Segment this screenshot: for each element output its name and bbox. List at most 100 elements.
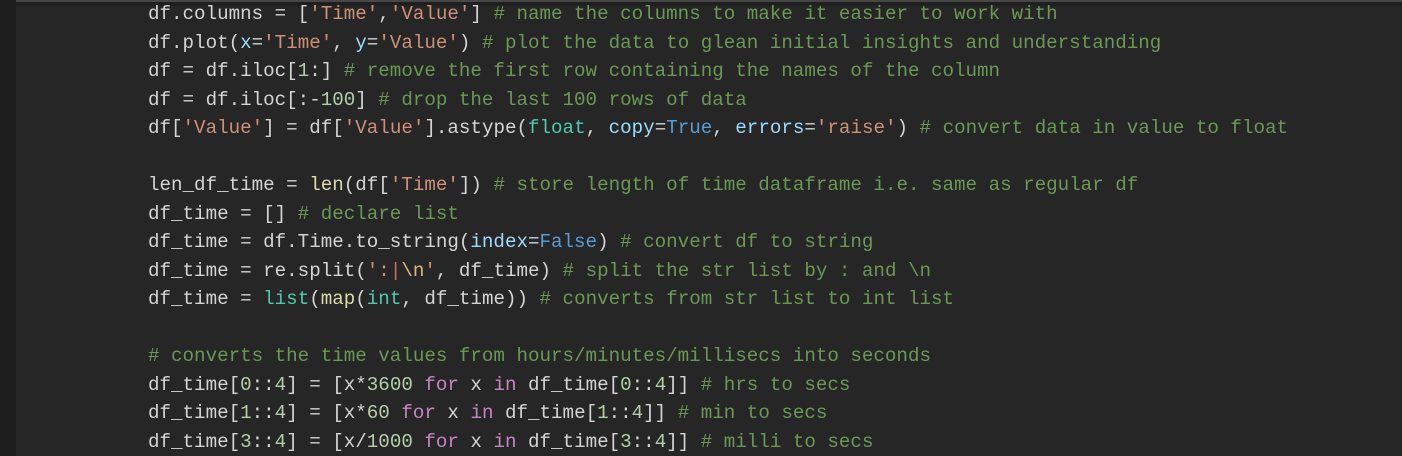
code-token: copy [608,117,655,139]
code-token: 'Time' [389,174,459,196]
code-token: float [528,117,586,139]
code-token: 4 [274,402,287,424]
code-token: ] [470,3,494,25]
code-token: len_df_time = [148,174,310,196]
code-line[interactable]: df_time = list(map(int, df_time)) # conv… [148,285,1288,314]
code-token: True [666,117,713,139]
code-token: y [355,31,367,54]
code-token: ) [597,231,621,253]
code-token: df.columns = [ [148,3,310,25]
code-token: 1 [297,60,310,82]
code-token: , [332,31,356,54]
code-token: 'Value' [343,117,425,139]
code-token: # converts from str list to int list [539,288,955,310]
code-token: :: [251,430,275,453]
code-token: # drop the last 100 rows of data [378,88,747,111]
code-token: 1 [240,402,252,424]
code-token: df.plot( [148,31,241,54]
code-token: = [366,31,379,54]
code-line[interactable]: df_time[1::4] = [x*60 for x in df_time[1… [148,399,1288,428]
code-token: # hrs to secs [700,373,851,396]
code-line[interactable] [148,143,1288,172]
code-line[interactable]: df['Value'] = df['Value'].astype(float, … [148,114,1288,143]
code-token: ]) [458,174,494,196]
code-token: # remove the first row containing the na… [343,60,1001,82]
code-line[interactable]: df = df.iloc[:-100] # drop the last 100 … [148,86,1288,115]
code-token: 'raise' [815,117,897,139]
code-line[interactable]: df_time[3::4] = [x/1000 for x in df_time… [148,428,1288,456]
code-token: 'Time' [263,31,333,54]
code-line[interactable]: df_time[0::4] = [x*3600 for x in df_time… [148,371,1288,400]
code-token: 3 [240,430,252,453]
code-token: in [493,430,517,453]
code-token: list [263,288,310,310]
code-token: ( [309,288,321,310]
code-token: 4 [274,373,287,396]
code-token: df_time = [148,288,264,310]
code-token: ) [458,31,482,54]
code-token: map [320,288,356,310]
code-token: False [539,231,598,253]
code-token: = [251,31,264,54]
code-token: :: [631,373,655,396]
code-line[interactable]: df.columns = ['Time','Value'] # name the… [148,0,1288,29]
code-token: , df_time) [435,259,563,282]
code-token: x [458,373,494,396]
code-token: ].astype( [424,117,529,139]
code-line[interactable]: df.plot(x='Time', y='Value') # plot the … [148,29,1288,58]
code-token: ] [355,88,379,111]
code-token: # min to secs [677,402,828,424]
code-token: df_time[ [516,430,621,453]
code-token: 4 [654,430,667,453]
code-token: # plot the data to glean initial insight… [481,31,1162,54]
code-token: x [240,31,252,54]
code-token: :] [309,60,344,82]
code-editor[interactable]: df.columns = ['Time','Value'] # name the… [148,0,1288,456]
code-token: # milli to secs [700,430,874,453]
code-line[interactable]: df = df.iloc[1:] # remove the first row … [148,57,1288,86]
code-token: df_time = df.Time.to_string( [148,231,471,253]
code-token: df_time = re.split( [148,259,367,282]
code-token: # convert data in value to float [919,117,1289,139]
code-token: df_time[ [516,373,621,396]
code-token: 'Time' [309,3,379,25]
code-line[interactable] [148,314,1288,343]
code-token: 1 [597,402,609,424]
code-token: ] = [x* [286,402,367,424]
code-token: index [470,231,528,253]
code-line[interactable]: len_df_time = len(df['Time']) # store le… [148,171,1288,200]
code-token: ] = [x/ [286,430,367,453]
editor-gutter [0,0,16,456]
code-token: 3600 [366,373,413,396]
code-token: in [470,402,494,424]
code-token: 4 [654,373,667,396]
code-token: = [804,117,816,139]
code-token: in [493,373,517,396]
code-token: ] = [x* [286,373,367,396]
code-token: :: [608,402,632,424]
code-token: for [424,373,459,396]
code-token: ) [896,117,920,139]
code-line[interactable]: df_time = df.Time.to_string(index=False)… [148,228,1288,257]
code-token: :: [251,402,275,424]
code-token: 'Value' [389,3,471,25]
code-token: # split the str list by : and \n [562,259,932,282]
code-token: # declare list [297,202,459,225]
code-line[interactable]: df_time = re.split(':|\n', df_time) # sp… [148,257,1288,286]
code-token: df_time[ [148,430,241,453]
code-line[interactable]: df_time = [] # declare list [148,200,1288,229]
code-token: 3 [620,430,632,453]
code-token: # convert df to string [620,231,874,253]
code-token: \n [401,259,425,282]
code-token: 0 [240,373,252,396]
code-line[interactable]: # converts the time values from hours/mi… [148,342,1288,371]
code-token: df = df.iloc[:- [148,88,321,111]
code-token: 1000 [366,430,413,453]
code-token: , [378,3,390,25]
code-token: (df[ [343,174,390,196]
code-token: ]] [643,402,678,424]
code-token: # name the columns to make it easier to … [493,3,1058,25]
code-token: # store length of time dataframe i.e. sa… [493,174,1139,196]
